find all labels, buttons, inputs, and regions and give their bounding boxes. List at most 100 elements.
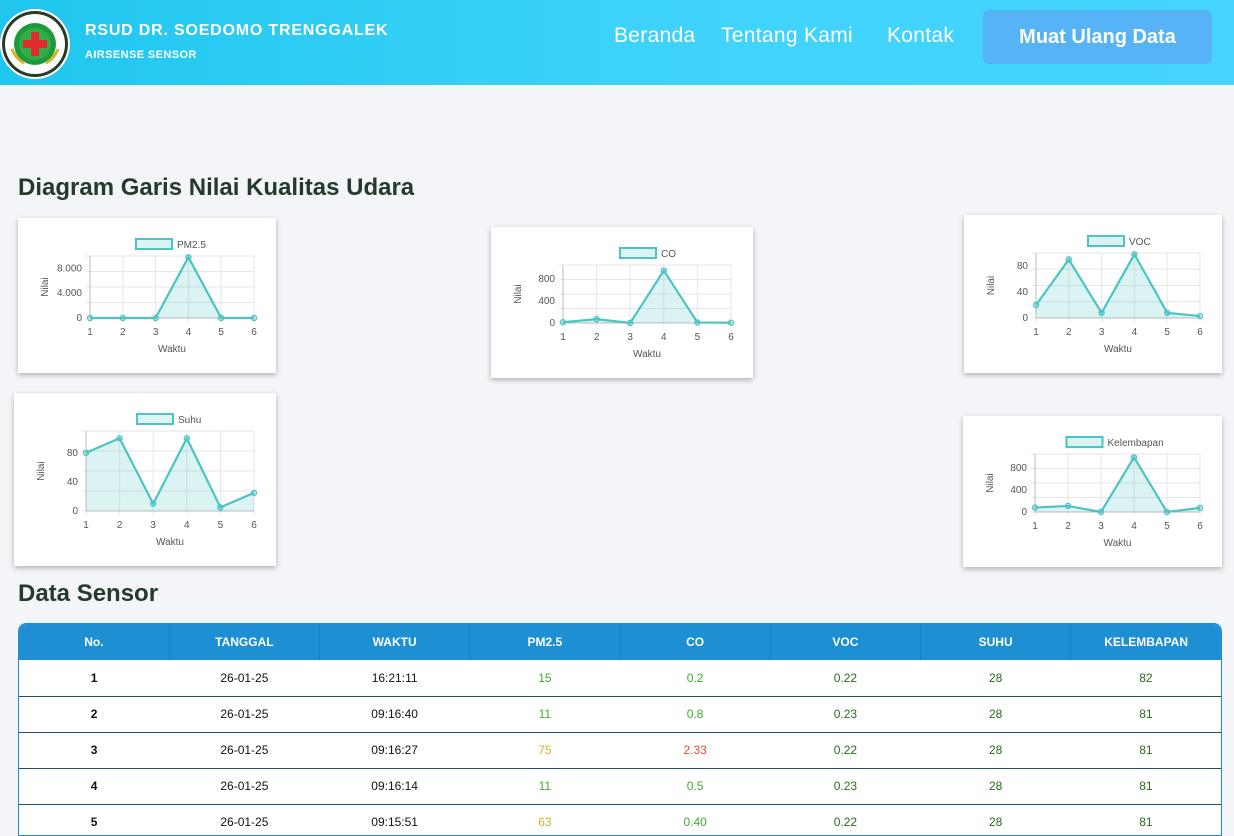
cell-pm25: 11 (469, 768, 620, 805)
c4-data-point[interactable] (1031, 504, 1039, 511)
c2-x-tick: 3 (1099, 327, 1105, 338)
c2-x-label: Waktu (1104, 344, 1132, 355)
cell-waktu: 09:15:51 (319, 804, 470, 835)
c2-series-area (1036, 254, 1200, 318)
c0-data-point[interactable] (250, 314, 258, 322)
table-row: 2 26-01-25 09:16:40 11 0.8 0.23 28 81 (19, 696, 1221, 733)
col-header-waktu[interactable]: WAKTU (319, 624, 471, 660)
c1-data-point[interactable] (626, 319, 634, 327)
c4-legend-label: Kelembapan (1108, 438, 1164, 449)
col-header-co[interactable]: CO (620, 624, 771, 660)
chart-voc: VOC 0 40 80 1 2 3 4 5 6 Waktu Nilai (986, 235, 1204, 355)
c3-data-point[interactable] (149, 500, 157, 507)
c3-data-point[interactable] (217, 504, 224, 511)
c3-data-point[interactable] (250, 489, 258, 497)
cell-tanggal: 26-01-25 (169, 696, 320, 733)
cell-kelembapan: 82 (1070, 660, 1221, 697)
col-header-kelembapan[interactable]: KELEMBAPAN (1070, 624, 1221, 660)
cell-co: 0.2 (620, 660, 771, 697)
c0-data-point[interactable] (185, 254, 192, 261)
cell-co: 0.5 (620, 768, 771, 805)
c4-data-point[interactable] (1097, 508, 1105, 516)
cell-waktu: 09:16:27 (319, 732, 470, 769)
chart-pm25: PM2.5 0 4.000 8.000 1 2 3 4 5 6 Waktu Nilai (40, 238, 258, 355)
col-header-voc[interactable]: VOC (770, 624, 922, 660)
c2-data-point[interactable] (1098, 309, 1105, 317)
c3-data-point[interactable] (82, 449, 90, 457)
nav-kontak[interactable]: Kontak (887, 24, 954, 48)
cell-suhu: 28 (920, 804, 1071, 835)
c4-legend-swatch[interactable] (1065, 436, 1104, 448)
cell-tanggal: 26-01-25 (169, 804, 320, 835)
c1-data-point[interactable] (727, 319, 735, 326)
nav-tentang-kami[interactable]: Tentang Kami (721, 24, 853, 48)
cell-kelembapan: 81 (1070, 732, 1221, 769)
c3-y-tick: 80 (67, 448, 79, 459)
cell-voc: 0.22 (770, 732, 921, 769)
c2-legend-label: VOC (1129, 237, 1151, 248)
c3-data-point[interactable] (183, 435, 190, 442)
table-row: 4 26-01-25 09:16:14 11 0.5 0.23 28 81 (19, 768, 1221, 805)
c4-data-point[interactable] (1064, 502, 1072, 510)
c0-data-point[interactable] (86, 314, 94, 322)
c0-x-tick: 2 (120, 327, 126, 338)
c3-x-tick: 2 (117, 520, 123, 531)
cell-waktu: 09:16:40 (319, 696, 470, 733)
cell-co: 0.8 (620, 696, 771, 733)
c0-y-tick: 0 (76, 313, 82, 324)
c3-x-tick: 1 (83, 520, 89, 531)
cell-kelembapan: 81 (1070, 768, 1221, 805)
c2-data-point[interactable] (1196, 312, 1204, 320)
cell-waktu: 09:16:14 (319, 768, 470, 805)
c1-data-point[interactable] (559, 318, 567, 326)
c3-legend-swatch[interactable] (136, 413, 174, 425)
col-header-no[interactable]: No. (19, 624, 170, 660)
c0-x-tick: 4 (186, 327, 192, 338)
c1-legend-swatch[interactable] (619, 247, 657, 259)
c0-y-label: Nilai (40, 277, 51, 296)
c1-data-point[interactable] (593, 315, 600, 323)
c0-data-point[interactable] (152, 314, 159, 322)
c0-x-tick: 3 (153, 327, 159, 338)
chart-card-pm25: PM2.5 0 4.000 8.000 1 2 3 4 5 6 Waktu Nilai (18, 218, 276, 373)
c1-y-tick: 400 (538, 296, 555, 307)
c2-x-tick: 2 (1066, 327, 1072, 338)
c0-data-point[interactable] (119, 314, 127, 322)
c0-y-tick: 8.000 (57, 263, 82, 274)
c2-data-point[interactable] (1163, 309, 1171, 317)
c0-x-tick: 6 (251, 327, 257, 338)
c3-x-tick: 5 (218, 520, 224, 531)
cell-tanggal: 26-01-25 (169, 768, 320, 805)
col-header-tanggal[interactable]: TANGGAL (169, 624, 321, 660)
col-header-suhu[interactable]: SUHU (920, 624, 1072, 660)
c4-x-label: Waktu (1104, 538, 1132, 549)
c3-data-point[interactable] (116, 435, 123, 442)
c0-x-tick: 5 (218, 327, 224, 338)
c1-x-tick: 4 (661, 332, 667, 343)
c1-data-point[interactable] (660, 267, 667, 274)
col-header-pm25[interactable]: PM2.5 (469, 624, 621, 660)
c3-x-label: Waktu (156, 537, 184, 548)
c2-data-point[interactable] (1131, 251, 1138, 258)
charts-section-title: Diagram Garis Nilai Kualitas Udara (18, 174, 415, 201)
c2-legend-swatch[interactable] (1087, 235, 1125, 247)
hospital-logo[interactable] (0, 3, 70, 81)
brand-subtitle: AIRSENSE SENSOR (85, 49, 197, 61)
c1-data-point[interactable] (694, 319, 701, 326)
reload-data-button[interactable]: Muat Ulang Data (983, 10, 1212, 64)
c2-x-tick: 1 (1033, 327, 1039, 338)
c4-data-point[interactable] (1163, 508, 1171, 516)
c0-legend-swatch[interactable] (135, 238, 173, 250)
nav-beranda[interactable]: Beranda (614, 24, 696, 48)
c3-x-tick: 3 (150, 520, 156, 531)
c2-data-point[interactable] (1065, 256, 1073, 263)
c1-x-tick: 2 (594, 332, 600, 343)
cell-suhu: 28 (920, 768, 1071, 805)
c4-data-point[interactable] (1130, 454, 1138, 461)
c0-data-point[interactable] (217, 314, 225, 322)
c2-data-point[interactable] (1032, 301, 1040, 309)
c1-y-tick: 0 (549, 318, 555, 329)
c4-data-point[interactable] (1196, 504, 1204, 512)
c3-x-tick: 6 (251, 520, 257, 531)
c2-x-tick: 4 (1132, 327, 1138, 338)
